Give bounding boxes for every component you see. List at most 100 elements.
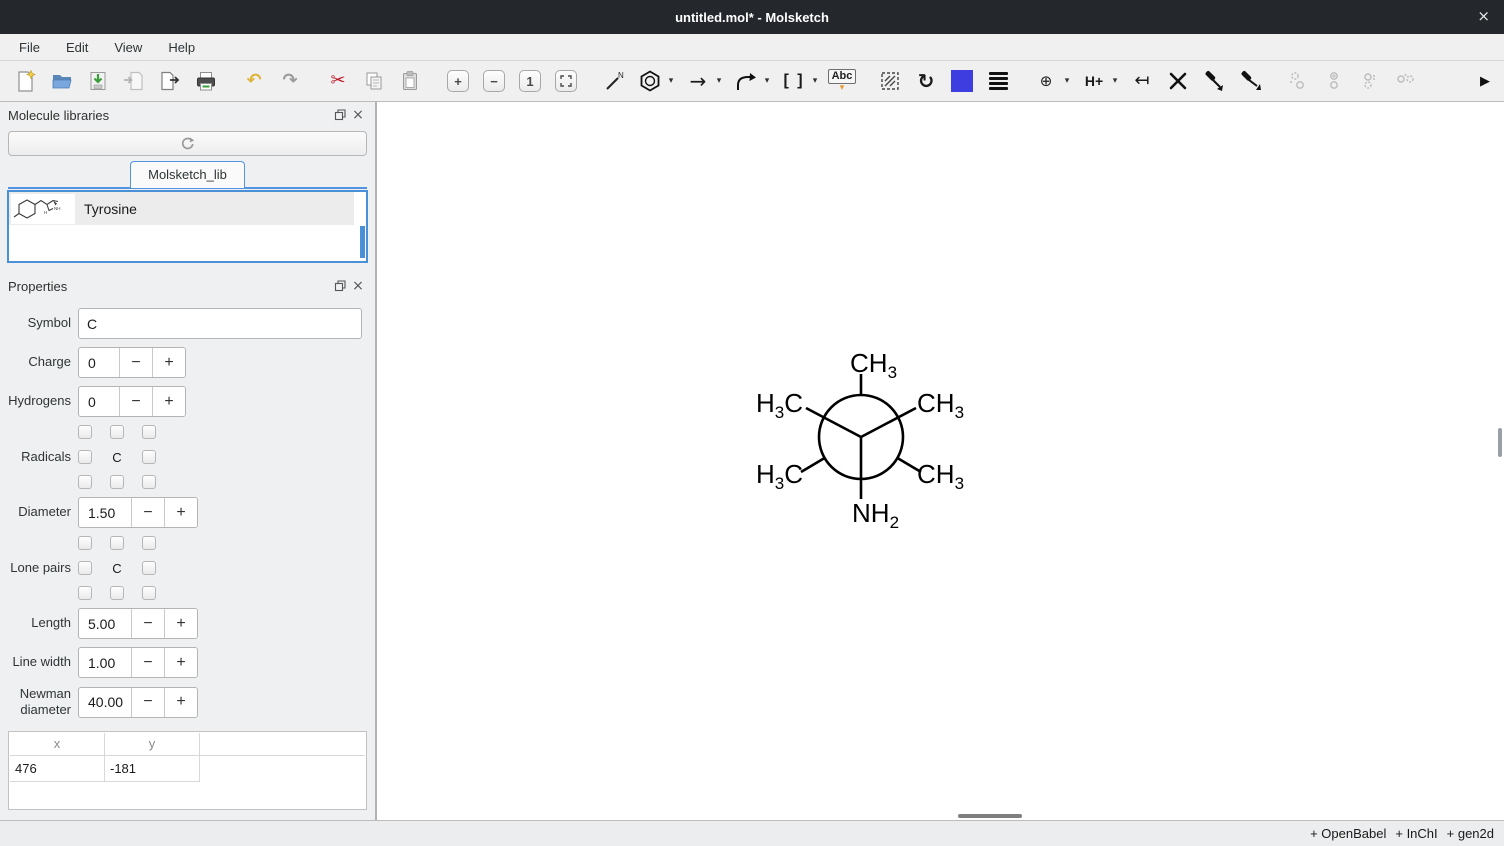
electron-flow-tool[interactable]: ↤ — [1129, 68, 1155, 94]
properties-close-button[interactable]: × — [349, 278, 367, 294]
mechanism-arrow-tool[interactable] — [733, 68, 759, 94]
copy-button[interactable] — [361, 68, 387, 94]
charge-tool-dropdown[interactable]: ▾ — [1061, 76, 1073, 86]
delete-tool[interactable] — [1165, 68, 1191, 94]
hydrogen-tool-dropdown[interactable]: ▾ — [1109, 76, 1121, 86]
menu-file[interactable]: File — [6, 36, 53, 59]
lone-pair-checkbox[interactable] — [142, 586, 156, 600]
diameter-decrement-button[interactable]: − — [131, 498, 164, 527]
lone-pair-checkbox[interactable] — [78, 536, 92, 550]
wedge-bond-tool[interactable] — [1201, 68, 1227, 94]
lone-pair-checkbox[interactable] — [110, 586, 124, 600]
bracket-tool-dropdown[interactable]: ▾ — [809, 76, 821, 86]
paste-button[interactable] — [397, 68, 423, 94]
delete-x-icon — [1167, 70, 1189, 92]
ring-tool-dropdown[interactable]: ▾ — [665, 76, 677, 86]
show-radicals-button[interactable] — [1393, 68, 1419, 94]
libraries-close-button[interactable]: × — [349, 107, 367, 123]
tab-molsketch-lib[interactable]: Molsketch_lib — [130, 161, 245, 188]
line-width-decrement-button[interactable]: − — [131, 648, 164, 677]
line-width-button[interactable] — [985, 68, 1011, 94]
length-decrement-button[interactable]: − — [131, 609, 164, 638]
lone-pair-checkbox[interactable] — [110, 536, 124, 550]
library-refresh-button[interactable] — [8, 131, 367, 156]
lone-pair-checkbox[interactable] — [142, 561, 156, 575]
line-width-increment-button[interactable]: + — [164, 648, 197, 677]
bracket-tool[interactable]: [ ] — [781, 68, 807, 94]
show-lone-pairs-button[interactable] — [1357, 68, 1383, 94]
ring-tool[interactable] — [637, 68, 663, 94]
charge-decrement-button[interactable]: − — [119, 348, 152, 377]
export-button[interactable] — [157, 68, 183, 94]
radical-checkbox[interactable] — [78, 475, 92, 489]
coords-cell-y[interactable]: -181 — [105, 756, 200, 782]
coords-header-y[interactable]: y — [105, 733, 200, 756]
add-hydrogens-button[interactable] — [1285, 68, 1311, 94]
new-file-button[interactable] — [13, 68, 39, 94]
remove-hydrogens-button[interactable] — [1321, 68, 1347, 94]
hydrogens-row: Hydrogens 0 − + — [0, 386, 375, 417]
toolbar-expander[interactable]: ▶ — [1480, 74, 1490, 89]
radical-checkbox[interactable] — [142, 475, 156, 489]
hash-bond-tool[interactable] — [1237, 68, 1263, 94]
hydrogens-decrement-button[interactable]: − — [119, 387, 152, 416]
library-item-tyrosine[interactable]: H NH Tyrosine — [9, 192, 354, 225]
zoom-fit-button[interactable] — [553, 68, 579, 94]
menu-help[interactable]: Help — [155, 36, 208, 59]
undo-button[interactable]: ↶ — [241, 68, 267, 94]
menu-view[interactable]: View — [101, 36, 155, 59]
newman-diameter-value[interactable]: 40.00 — [79, 688, 131, 717]
radical-checkbox[interactable] — [110, 425, 124, 439]
newman-diameter-decrement-button[interactable]: − — [131, 688, 164, 717]
radical-checkbox[interactable] — [78, 425, 92, 439]
cut-button[interactable]: ✂ — [325, 68, 351, 94]
open-file-button[interactable] — [49, 68, 75, 94]
coords-cell-x[interactable]: 476 — [10, 756, 105, 782]
text-tool[interactable]: Abc ▾ — [829, 68, 855, 94]
redo-button[interactable]: ↷ — [277, 68, 303, 94]
coords-header-x[interactable]: x — [10, 733, 105, 756]
zoom-in-button[interactable]: + — [445, 68, 471, 94]
line-width-value[interactable]: 1.00 — [79, 648, 131, 677]
diameter-increment-button[interactable]: + — [164, 498, 197, 527]
zoom-out-button[interactable]: − — [481, 68, 507, 94]
canvas-vertical-scrollbar[interactable] — [1498, 428, 1502, 457]
radical-checkbox[interactable] — [78, 450, 92, 464]
diameter-value[interactable]: 1.50 — [79, 498, 131, 527]
newman-diameter-increment-button[interactable]: + — [164, 688, 197, 717]
print-button[interactable] — [193, 68, 219, 94]
length-value[interactable]: 5.00 — [79, 609, 131, 638]
lone-pair-checkbox[interactable] — [78, 586, 92, 600]
radical-checkbox[interactable] — [142, 450, 156, 464]
length-increment-button[interactable]: + — [164, 609, 197, 638]
canvas-horizontal-scrollbar[interactable] — [958, 814, 1022, 818]
radical-checkbox[interactable] — [142, 425, 156, 439]
symbol-input[interactable] — [78, 308, 362, 339]
lone-pair-checkbox[interactable] — [78, 561, 92, 575]
hydrogens-increment-button[interactable]: + — [152, 387, 185, 416]
import-button[interactable] — [121, 68, 147, 94]
arrow-tool-dropdown[interactable]: ▾ — [713, 76, 725, 86]
newman-projection-molecule[interactable]: CH3 H3C CH3 H3C CH3 NH2 — [377, 102, 1504, 820]
library-list-scrollbar[interactable] — [360, 226, 365, 258]
color-picker-button[interactable] — [949, 68, 975, 94]
arrow-tool[interactable]: → — [685, 68, 711, 94]
charge-tool[interactable]: ⊕ — [1033, 68, 1059, 94]
hydrogens-value[interactable]: 0 — [79, 387, 119, 416]
zoom-original-button[interactable]: 1 — [517, 68, 543, 94]
selection-tool[interactable] — [877, 68, 903, 94]
window-close-button[interactable]: × — [1477, 7, 1490, 25]
charge-value[interactable]: 0 — [79, 348, 119, 377]
charge-increment-button[interactable]: + — [152, 348, 185, 377]
properties-float-button[interactable] — [331, 278, 349, 294]
hydrogen-tool[interactable]: H+ — [1081, 68, 1107, 94]
libraries-float-button[interactable] — [331, 107, 349, 123]
drawing-canvas[interactable]: CH3 H3C CH3 H3C CH3 NH2 — [376, 102, 1504, 820]
rotate-tool[interactable]: ↻ — [913, 68, 939, 94]
mechanism-arrow-dropdown[interactable]: ▾ — [761, 76, 773, 86]
draw-bond-tool[interactable]: N — [601, 68, 627, 94]
radical-checkbox[interactable] — [110, 475, 124, 489]
save-button[interactable] — [85, 68, 111, 94]
lone-pair-checkbox[interactable] — [142, 536, 156, 550]
menu-edit[interactable]: Edit — [53, 36, 101, 59]
